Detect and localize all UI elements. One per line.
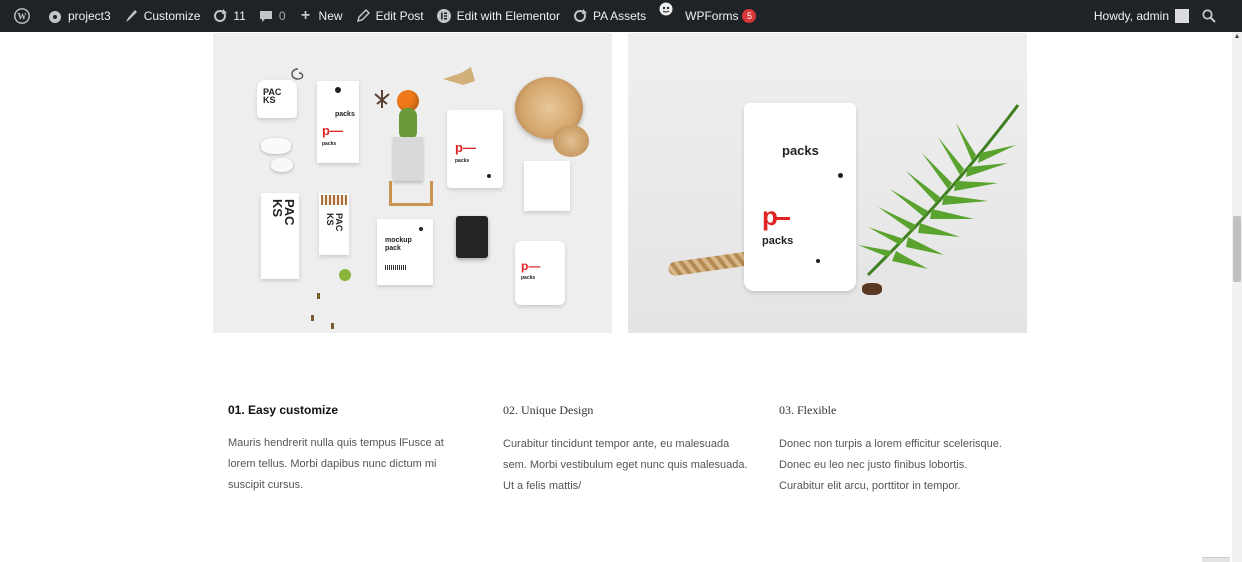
wpforms-link[interactable]: WPForms 5 — [652, 0, 762, 32]
tag-p-logo: p— — [322, 123, 343, 138]
pouch-fern-image: packs p packs — [628, 33, 1027, 333]
jar-pack: p— packs — [515, 241, 565, 305]
elementor-icon — [436, 9, 451, 23]
pouch-top-dot — [838, 173, 843, 178]
updates-count: 11 — [233, 9, 246, 23]
pouch-dot — [487, 174, 491, 178]
standup-pouch: packs p packs — [744, 103, 856, 291]
tag-title: packs — [335, 111, 355, 118]
wood-slice-small — [553, 125, 589, 157]
pouch-middle: p— packs — [447, 110, 503, 188]
black-wallet — [456, 216, 488, 258]
feature-text: Mauris hendrerit nulla quis tempus lFusc… — [228, 437, 444, 491]
refresh-icon — [573, 9, 587, 22]
edit-elementor-link[interactable]: Edit with Elementor — [430, 0, 566, 32]
white-stones-2 — [271, 158, 293, 172]
star-anise — [862, 283, 882, 295]
wood-stand — [389, 181, 433, 206]
twig-1 — [317, 293, 320, 299]
new-label: New — [318, 9, 343, 23]
wpforms-icon — [659, 2, 673, 16]
feature-title: 03. Flexible — [779, 403, 837, 417]
matchbox-text: PAC KS — [325, 213, 344, 232]
pouch-bottom-dot — [816, 259, 820, 263]
comments-count: 0 — [278, 9, 286, 23]
search-button[interactable] — [1195, 0, 1228, 32]
howdy-label: Howdy, admin — [1093, 9, 1169, 23]
edit-elementor-label: Edit with Elementor — [456, 9, 560, 23]
square-sachet — [524, 161, 570, 211]
updates-link[interactable]: 11 — [206, 0, 251, 32]
svg-text:W: W — [18, 12, 27, 22]
match-heads — [321, 195, 347, 205]
brush-icon — [125, 10, 137, 22]
hang-tag-pack: packs p— packs — [317, 81, 359, 163]
site-name-link[interactable]: project3 — [41, 0, 117, 32]
wpforms-badge: 5 — [742, 9, 757, 23]
avatar — [1175, 9, 1189, 23]
pa-assets-link[interactable]: PA Assets — [566, 0, 652, 32]
pouch-p-logo: p— — [455, 140, 476, 155]
white-stones — [261, 138, 291, 154]
pouch-logo-bar — [776, 217, 790, 220]
drawstring-pouch: PAC KS — [257, 80, 297, 118]
feature-text: Donec non turpis a lorem efficitur scele… — [779, 438, 1002, 492]
bottom-edge-handle — [1202, 557, 1230, 562]
wooden-bird-icon — [443, 67, 475, 85]
vertical-box-pack: PAC KS — [261, 193, 299, 279]
comment-icon — [259, 11, 272, 22]
page-scrollbar[interactable]: ▲ — [1232, 32, 1242, 562]
edit-post-link[interactable]: Edit Post — [349, 0, 430, 32]
jar-p-logo: p— — [521, 259, 541, 273]
green-moss — [339, 269, 351, 281]
twig-2 — [331, 323, 334, 329]
wordpress-logo-button[interactable]: W — [8, 0, 41, 32]
pouch-title: packs — [782, 143, 819, 158]
feature-flexible: 03. Flexible Donec non turpis a lorem ef… — [779, 403, 1014, 497]
feature-unique-design: 02. Unique Design Curabitur tincidunt te… — [503, 403, 748, 497]
mockup-pack: mockup pack — [377, 219, 433, 285]
matchbox: PAC KS — [319, 193, 349, 255]
customize-label: Customize — [143, 9, 201, 23]
feature-title: 02. Unique Design — [503, 403, 594, 417]
string-loop-icon — [291, 68, 304, 80]
my-account-link[interactable]: Howdy, admin — [1088, 0, 1195, 32]
wpforms-label: WPForms — [685, 9, 739, 23]
feature-text: Curabitur tincidunt tempor ante, eu male… — [503, 438, 748, 492]
feature-easy-customize: 01. Easy customize Mauris hendrerit null… — [228, 403, 473, 496]
comments-link[interactable]: 0 — [252, 0, 292, 32]
updates-icon — [214, 9, 228, 22]
twig-3 — [311, 315, 314, 321]
fern-leaf-icon — [858, 104, 1020, 277]
packaging-flatlay-image: PAC KS packs p— packs p— packs PAC KS PA… — [213, 33, 612, 333]
customize-link[interactable]: Customize — [117, 0, 207, 32]
feature-title: 01. Easy customize — [228, 403, 339, 417]
jar-sub: packs — [521, 275, 536, 281]
pa-assets-label: PA Assets — [592, 9, 647, 23]
search-icon — [1202, 9, 1216, 23]
barcode — [385, 265, 407, 270]
edit-post-label: Edit Post — [375, 9, 424, 23]
tag-hole — [335, 87, 341, 93]
cactus-body — [399, 108, 417, 140]
plus-icon: + — [300, 7, 311, 24]
vertical-box-text: PAC KS — [270, 199, 297, 226]
cactus-pot — [393, 137, 423, 181]
tag-sub: packs — [322, 141, 337, 147]
mockup-pack-dot — [419, 227, 423, 231]
scrollbar-thumb[interactable] — [1233, 216, 1241, 282]
pencil-icon — [356, 8, 370, 23]
wp-admin-bar: W project3 Customize 11 0 + New Edit Pos… — [0, 0, 1242, 32]
wordpress-icon: W — [14, 8, 30, 24]
pouch-sub: packs — [455, 158, 470, 164]
pouch-small-text: PAC KS — [263, 87, 282, 105]
new-content-link[interactable]: + New — [292, 0, 349, 32]
dashboard-icon — [49, 11, 61, 23]
mockup-pack-title: mockup pack — [385, 237, 412, 252]
pouch-sub: packs — [762, 235, 794, 247]
dried-flower-icon — [374, 90, 390, 108]
site-name-label: project3 — [68, 9, 111, 23]
scroll-up-arrow-icon[interactable]: ▲ — [1233, 32, 1241, 42]
